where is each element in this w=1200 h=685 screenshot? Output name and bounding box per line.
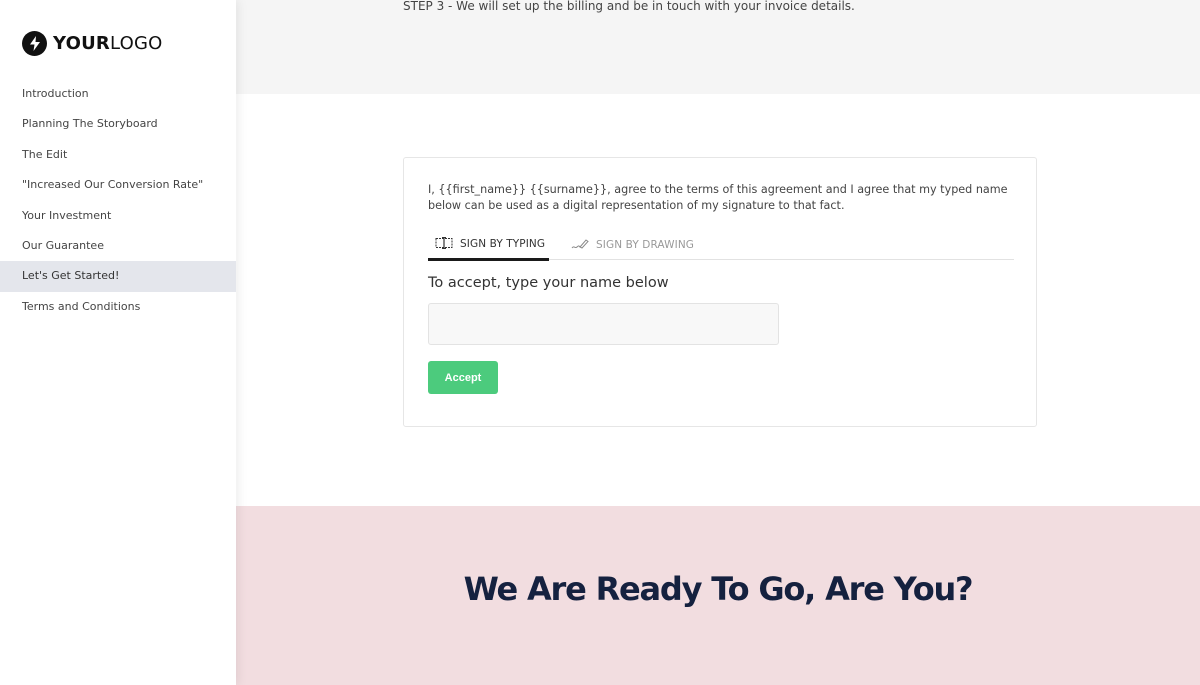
sidebar-item-terms-and-conditions[interactable]: Terms and Conditions: [0, 292, 236, 322]
signature-card: I, {{first_name}} {{surname}}, agree to …: [403, 157, 1037, 427]
accept-instruction-label: To accept, type your name below: [428, 275, 669, 291]
signature-tabs: SIGN BY TYPING SIGN BY DRAWING: [428, 230, 1014, 261]
tab-sign-by-drawing-label: SIGN BY DRAWING: [596, 239, 695, 251]
tab-sign-by-typing-label: SIGN BY TYPING: [460, 238, 546, 250]
logo-text-bold: YOUR: [53, 33, 110, 54]
sidebar: YOURLOGO Introduction Planning The Story…: [0, 0, 236, 685]
logo[interactable]: YOURLOGO: [22, 31, 162, 56]
logo-text-light: LOGO: [109, 33, 163, 54]
cta-title: We Are Ready To Go, Are You?: [463, 570, 974, 608]
sidebar-item-our-guarantee[interactable]: Our Guarantee: [0, 231, 236, 261]
main-content: STEP 3 - We will set up the billing and …: [236, 0, 1200, 685]
sidebar-item-the-edit[interactable]: The Edit: [0, 140, 236, 170]
sidebar-nav: Introduction Planning The Storyboard The…: [0, 79, 236, 322]
sidebar-item-lets-get-started[interactable]: Let's Get Started!: [0, 261, 236, 292]
cta-section: We Are Ready To Go, Are You?: [236, 506, 1200, 685]
step-3-text: STEP 3 - We will set up the billing and …: [403, 0, 855, 13]
keyboard-cursor-icon: [435, 236, 460, 252]
tab-sign-by-drawing[interactable]: SIGN BY DRAWING: [571, 230, 694, 260]
step-section: STEP 3 - We will set up the billing and …: [236, 0, 1200, 94]
accept-button[interactable]: Accept: [428, 361, 498, 394]
pen-signature-icon: [571, 238, 596, 253]
sidebar-item-planning-the-storyboard[interactable]: Planning The Storyboard: [0, 109, 236, 139]
tab-sign-by-typing[interactable]: SIGN BY TYPING: [428, 230, 549, 261]
sidebar-item-introduction[interactable]: Introduction: [0, 79, 236, 109]
signature-name-input[interactable]: [428, 303, 779, 345]
logo-text: YOURLOGO: [53, 33, 162, 54]
agreement-text: I, {{first_name}} {{surname}}, agree to …: [428, 183, 1008, 212]
lightning-bolt-icon: [22, 31, 47, 56]
sidebar-item-your-investment[interactable]: Your Investment: [0, 201, 236, 231]
sidebar-item-increased-conversion-rate[interactable]: "Increased Our Conversion Rate": [0, 170, 236, 200]
